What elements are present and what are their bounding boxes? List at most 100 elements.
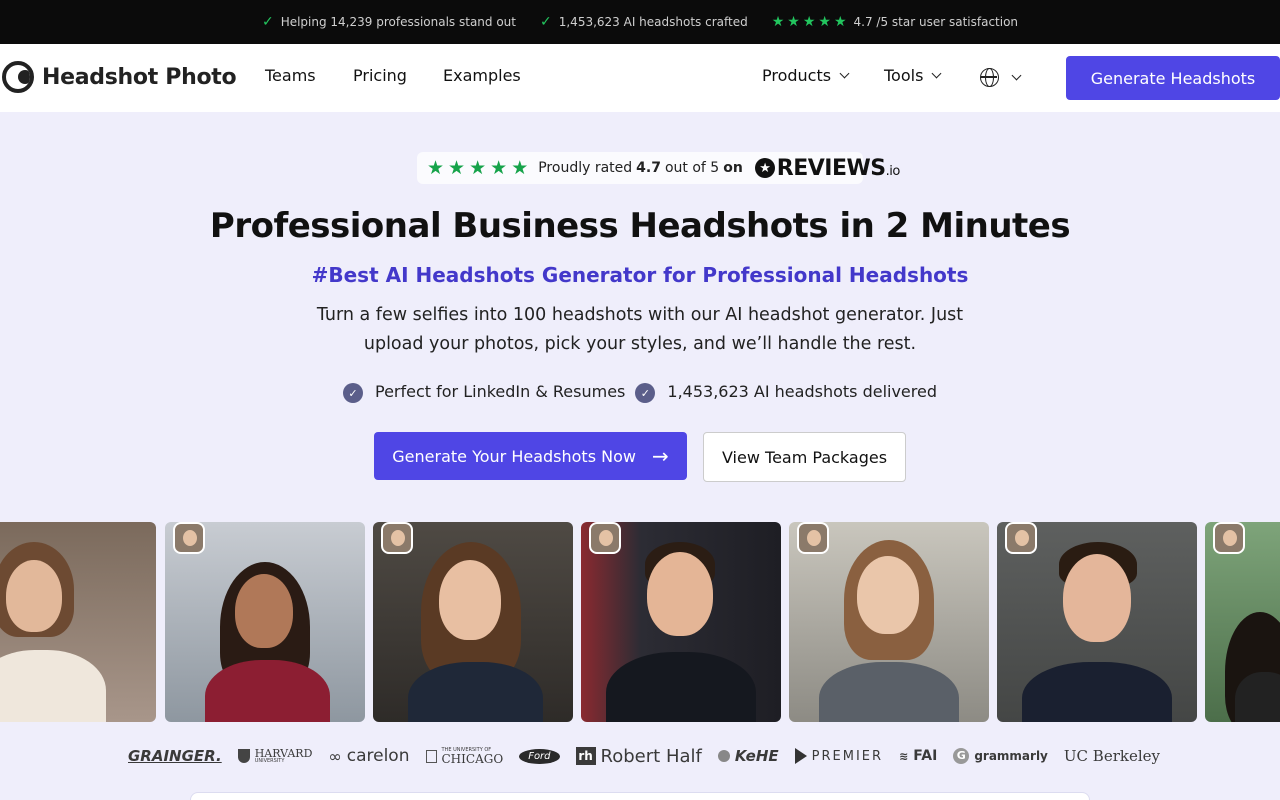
star-icon: ★ xyxy=(490,156,508,179)
grammarly-icon: G xyxy=(953,748,970,764)
client-logo: HARVARD UNIVERSITY xyxy=(237,748,312,764)
view-team-packages-button[interactable]: View Team Packages xyxy=(703,432,906,482)
main-nav: Headshot Photo Teams Pricing Examples Pr… xyxy=(0,44,1280,112)
check-icon: ✓ xyxy=(540,14,552,30)
client-logo-text: PREMIER xyxy=(811,748,884,764)
selfie-thumbnail xyxy=(589,522,621,554)
star-icon: ★ xyxy=(787,14,800,30)
star-icon: ★ xyxy=(511,156,529,179)
chevron-down-icon xyxy=(931,68,942,79)
site-logo[interactable]: Headshot Photo xyxy=(2,61,237,93)
selfie-thumbnail xyxy=(381,522,413,554)
shield-icon xyxy=(237,749,250,763)
announcement-text: 1,453,623 AI headshots crafted xyxy=(558,15,748,29)
selfie-thumbnail xyxy=(173,522,205,554)
robert-half-icon: rh xyxy=(575,747,596,765)
arrow-right-icon: → xyxy=(651,444,669,468)
client-logo: rh Robert Half xyxy=(575,745,702,767)
client-logo: GRAINGER. xyxy=(128,747,222,765)
products-dropdown[interactable]: Products xyxy=(762,66,850,85)
announcement-item: ✓ 1,453,623 AI headshots crafted xyxy=(540,14,748,30)
reviews-brand: REVIEWS xyxy=(776,155,886,181)
star-icon: ★ xyxy=(754,158,775,178)
client-logo-text: grammarly xyxy=(974,749,1048,763)
carelon-icon: ∞ xyxy=(328,746,342,766)
feature-bullets: ✓ Perfect for LinkedIn & Resumes ✓ 1,453… xyxy=(0,379,1280,403)
reviews-tld: .io xyxy=(885,163,901,179)
announcement-text: 4.7 /5 star user satisfaction xyxy=(853,15,1019,29)
client-logo: G grammarly xyxy=(953,748,1048,764)
star-icon: ★ xyxy=(448,156,466,179)
star-icon: ★ xyxy=(469,156,487,179)
tools-dropdown[interactable]: Tools xyxy=(884,66,942,85)
client-logo: PREMIER xyxy=(794,748,884,764)
announcement-item: ✓ Helping 14,239 professionals stand out xyxy=(262,14,516,30)
check-circle-icon: ✓ xyxy=(342,383,363,403)
star-icon: ★ xyxy=(802,14,816,30)
generate-your-headshots-button[interactable]: Generate Your Headshots Now → xyxy=(374,432,687,480)
client-logo: ∞ carelon xyxy=(328,746,409,766)
headshot-photo xyxy=(581,522,781,722)
page-title: Professional Business Headshots in 2 Min… xyxy=(209,206,1071,246)
client-logo-subtext: UNIVERSITY xyxy=(254,758,285,764)
selfie-thumbnail xyxy=(1213,522,1245,554)
products-label: Products xyxy=(762,66,832,85)
client-logo-text: CHICAGO xyxy=(441,751,504,766)
selfie-thumbnail xyxy=(797,522,829,554)
feature-bullet: ✓ 1,453,623 AI headshots delivered xyxy=(635,379,937,403)
feature-bullet-text: 1,453,623 AI headshots delivered xyxy=(667,381,937,401)
headshot-photo xyxy=(789,522,989,722)
client-logo: ≋ FAI xyxy=(899,748,937,764)
headshot-photo xyxy=(373,522,573,722)
star-icon: ★ xyxy=(818,14,831,30)
chevron-down-icon xyxy=(1011,70,1022,81)
page-subtitle: #Best AI Headshots Generator for Profess… xyxy=(311,263,969,287)
generate-headshots-button[interactable]: Generate Headshots xyxy=(1066,56,1280,100)
star-icon: ★ xyxy=(833,14,847,30)
rating-stars: ★ ★ ★ ★ ★ xyxy=(772,14,847,30)
announcement-text: Helping 14,239 professionals stand out xyxy=(280,15,516,29)
client-logo: THE UNIVERSITY OF CHICAGO xyxy=(425,747,504,766)
feature-bullet: ✓ Perfect for LinkedIn & Resumes xyxy=(342,379,626,403)
client-logo-text: carelon xyxy=(346,746,410,766)
hero-description: Turn a few selfies into 100 headshots wi… xyxy=(316,305,964,354)
star-icon: ★ xyxy=(771,14,785,30)
logo-icon xyxy=(2,61,34,93)
rating-prefix: Proudly rated xyxy=(538,160,633,176)
headshot-photo xyxy=(1205,522,1280,722)
eagle-icon: ≋ xyxy=(899,749,909,763)
client-logo: KeHE xyxy=(717,747,779,765)
client-logo-text: FAI xyxy=(913,748,938,764)
client-logo: UC Berkeley xyxy=(1063,747,1160,765)
feature-bullet-text: Perfect for LinkedIn & Resumes xyxy=(374,381,626,401)
rating-stars: ★ ★ ★ ★ ★ xyxy=(427,156,529,179)
rating-on: on xyxy=(723,160,743,176)
nav-link-examples[interactable]: Examples xyxy=(443,66,521,85)
crest-icon xyxy=(425,749,437,763)
rating-badge[interactable]: ★ ★ ★ ★ ★ Proudly rated 4.7 out of 5 on … xyxy=(417,152,900,184)
announcement-item: ★ ★ ★ ★ ★ 4.7 /5 star user satisfaction xyxy=(772,14,1018,30)
language-dropdown[interactable] xyxy=(980,68,1022,87)
client-logo: Ford xyxy=(519,748,560,764)
rating-value: 4.7 xyxy=(636,160,661,176)
client-logo-text: Robert Half xyxy=(600,745,702,767)
headshot-photo xyxy=(165,522,365,722)
client-logo-text: KeHE xyxy=(734,747,779,765)
announcement-bar: ✓ Helping 14,239 professionals stand out… xyxy=(0,0,1280,44)
headshot-photo xyxy=(997,522,1197,722)
logo-text: Headshot Photo xyxy=(42,64,237,90)
rating-suffix: out of 5 xyxy=(664,160,720,176)
premier-icon xyxy=(794,748,807,764)
selfie-thumbnail xyxy=(1005,522,1037,554)
button-label: Generate Your Headshots Now xyxy=(392,446,636,466)
check-icon: ✓ xyxy=(261,14,274,30)
tools-label: Tools xyxy=(884,66,924,85)
check-circle-icon: ✓ xyxy=(635,383,656,403)
nav-link-teams[interactable]: Teams xyxy=(265,66,316,85)
reviews-io-logo: ★ REVIEWS .io xyxy=(754,155,901,181)
client-logos: GRAINGER. HARVARD UNIVERSITY ∞ carelon T… xyxy=(120,740,1160,772)
nav-link-pricing[interactable]: Pricing xyxy=(353,66,407,85)
headshot-photo xyxy=(0,522,156,722)
globe-icon xyxy=(980,68,999,87)
chevron-down-icon xyxy=(839,68,850,79)
